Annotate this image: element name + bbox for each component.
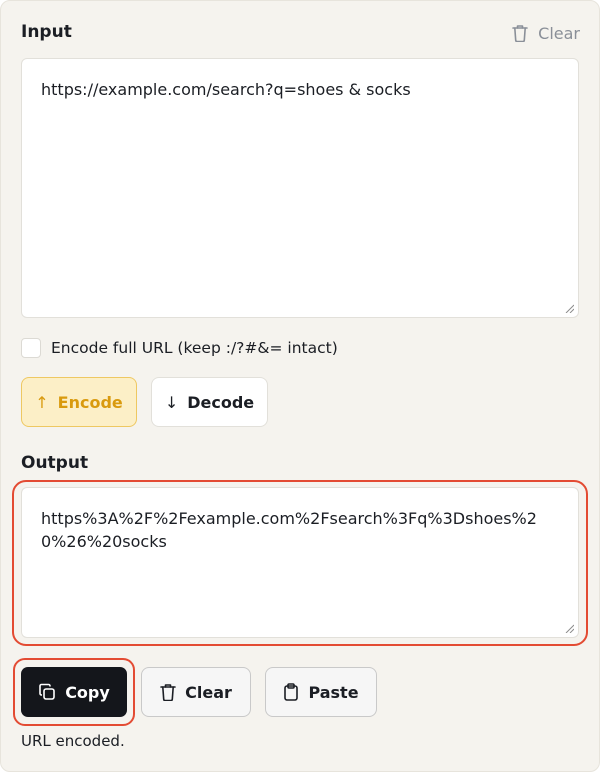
output-clear-label: Clear <box>185 682 232 702</box>
trash-icon <box>160 683 176 701</box>
input-clear-button[interactable]: Clear <box>512 21 580 45</box>
output-clear-button[interactable]: Clear <box>141 667 251 717</box>
status-message: URL encoded. <box>21 732 125 750</box>
url-encoder-panel: Input Clear https://example.com/search?q… <box>0 0 600 772</box>
output-text: https%3A%2F%2Fexample.com%2Fsearch%3Fq%3… <box>41 509 537 551</box>
output-textarea[interactable]: https%3A%2F%2Fexample.com%2Fsearch%3Fq%3… <box>21 487 579 638</box>
decode-button[interactable]: ↓ Decode <box>151 377 268 427</box>
paste-button[interactable]: Paste <box>265 667 377 717</box>
encode-full-url-label: Encode full URL (keep :/?#&= intact) <box>51 339 338 357</box>
input-label: Input <box>21 22 72 42</box>
encode-full-url-checkbox[interactable] <box>21 338 41 358</box>
encode-button[interactable]: ↑ Encode <box>21 377 137 427</box>
decode-button-label: Decode <box>187 392 255 412</box>
input-text: https://example.com/search?q=shoes & soc… <box>41 80 411 99</box>
arrow-up-icon: ↑ <box>35 392 49 412</box>
copy-button-label: Copy <box>65 682 110 702</box>
trash-icon <box>512 24 528 42</box>
arrow-down-icon: ↓ <box>164 392 179 412</box>
input-textarea[interactable]: https://example.com/search?q=shoes & soc… <box>21 58 579 318</box>
resize-handle-icon[interactable] <box>565 304 574 313</box>
paste-button-label: Paste <box>308 682 359 702</box>
resize-handle-icon[interactable] <box>565 624 574 633</box>
encode-full-url-option[interactable]: Encode full URL (keep :/?#&= intact) <box>21 337 338 359</box>
copy-button[interactable]: Copy <box>21 667 127 717</box>
encode-button-label: Encode <box>57 392 123 412</box>
output-label: Output <box>21 453 89 473</box>
copy-icon <box>38 683 56 701</box>
clipboard-icon <box>283 683 299 701</box>
input-clear-label: Clear <box>538 23 580 43</box>
